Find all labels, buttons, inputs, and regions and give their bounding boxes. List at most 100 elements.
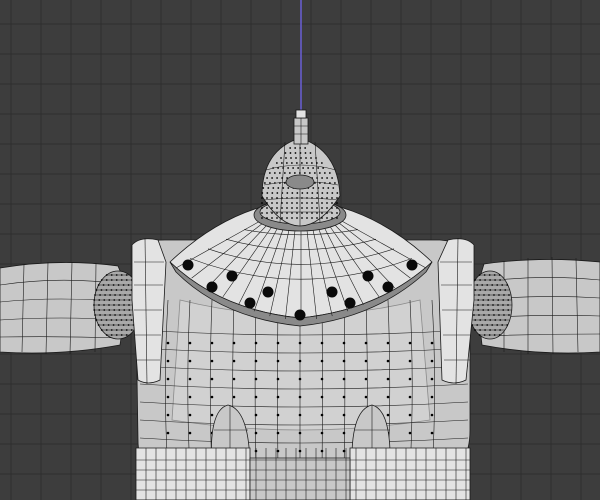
mesh-vertex[interactable]: [320, 431, 324, 435]
mesh-vertex[interactable]: [266, 197, 268, 199]
mesh-vertex[interactable]: [318, 172, 321, 174]
mesh-vertex[interactable]: [268, 172, 271, 174]
mesh-vertex[interactable]: [430, 395, 434, 399]
mesh-vertex[interactable]: [306, 217, 308, 219]
mesh-vertex[interactable]: [166, 359, 170, 363]
mesh-vertex[interactable]: [254, 413, 258, 417]
mesh-vertex[interactable]: [316, 217, 318, 219]
mesh-vertex[interactable]: [188, 413, 192, 417]
mesh-vertex[interactable]: [430, 359, 434, 363]
mesh-vertex[interactable]: [311, 207, 313, 209]
mesh-vertex[interactable]: [408, 413, 412, 417]
mesh-vertex[interactable]: [321, 207, 323, 209]
mesh-vertex[interactable]: [326, 212, 328, 214]
mesh-vertex[interactable]: [298, 431, 302, 435]
mesh-vertex[interactable]: [271, 197, 273, 199]
mesh-vertex[interactable]: [386, 377, 390, 381]
mesh-vertex[interactable]: [320, 449, 324, 453]
mesh-vertex[interactable]: [254, 431, 258, 435]
mesh-vertex[interactable]: [271, 212, 273, 214]
mesh-vertex[interactable]: [326, 202, 328, 204]
mesh-vertex[interactable]: [280, 162, 283, 164]
mesh-vertex[interactable]: [287, 187, 290, 189]
mesh-vertex[interactable]: [277, 187, 280, 189]
mesh-vertex[interactable]: [166, 341, 170, 345]
mesh-vertex[interactable]: [301, 217, 303, 219]
mesh-vertex[interactable]: [305, 162, 308, 164]
mesh-vertex[interactable]: [304, 152, 307, 154]
mesh-vertex[interactable]: [261, 212, 263, 214]
mesh-vertex[interactable]: [276, 341, 280, 345]
mesh-vertex[interactable]: [322, 187, 325, 189]
mesh-vertex[interactable]: [188, 359, 192, 363]
mesh-vertex[interactable]: [166, 395, 170, 399]
mesh-vertex[interactable]: [267, 187, 270, 189]
mesh-vertex[interactable]: [408, 359, 412, 363]
mesh-vertex[interactable]: [342, 449, 346, 453]
mesh-vertex[interactable]: [291, 192, 294, 194]
mesh-vertex[interactable]: [298, 359, 302, 363]
mesh-vertex[interactable]: [333, 182, 336, 184]
mesh-vertex[interactable]: [266, 177, 268, 179]
mesh-vertex[interactable]: [286, 217, 288, 219]
mesh-vertex[interactable]: [166, 377, 170, 381]
mesh-vertex[interactable]: [306, 202, 308, 204]
mesh-vertex[interactable]: [342, 413, 346, 417]
mesh-vertex[interactable]: [210, 341, 214, 345]
mesh-vertex[interactable]: [276, 212, 278, 214]
mesh-vertex[interactable]: [286, 212, 288, 214]
mesh-vertex[interactable]: [430, 341, 434, 345]
antenna[interactable]: [293, 109, 309, 145]
mesh-vertex[interactable]: [298, 413, 302, 417]
mesh-vertex[interactable]: [386, 413, 390, 417]
mesh-vertex[interactable]: [321, 177, 323, 179]
mesh-vertex[interactable]: [336, 202, 338, 204]
mesh-vertex[interactable]: [408, 431, 412, 435]
mesh-vertex[interactable]: [321, 212, 323, 214]
mesh-vertex[interactable]: [408, 341, 412, 345]
mesh-vertex[interactable]: [287, 167, 290, 169]
mesh-vertex[interactable]: [301, 202, 303, 204]
mesh-vertex[interactable]: [364, 341, 368, 345]
mesh-vertex[interactable]: [306, 192, 309, 194]
mesh-vertex[interactable]: [276, 207, 278, 209]
mesh-vertex[interactable]: [320, 377, 324, 381]
mesh-vertex[interactable]: [336, 192, 339, 194]
viewport-canvas[interactable]: [0, 0, 600, 500]
mesh-vertex[interactable]: [300, 157, 302, 159]
mesh-vertex[interactable]: [408, 395, 412, 399]
mesh-vertex[interactable]: [316, 202, 318, 204]
mesh-vertex[interactable]: [166, 431, 170, 435]
mesh-vertex[interactable]: [276, 431, 280, 435]
mesh-vertex[interactable]: [281, 207, 283, 209]
mesh-vertex[interactable]: [271, 192, 274, 194]
mesh-vertex[interactable]: [232, 341, 236, 345]
mesh-vertex[interactable]: [290, 157, 292, 159]
mesh-vertex[interactable]: [331, 197, 333, 199]
mesh-vertex[interactable]: [188, 431, 192, 435]
mesh-vertex[interactable]: [210, 359, 214, 363]
mesh-vertex[interactable]: [304, 147, 307, 149]
mesh-vertex[interactable]: [281, 217, 283, 219]
mesh-vertex[interactable]: [321, 192, 324, 194]
mesh-vertex[interactable]: [278, 172, 281, 174]
mesh-vertex[interactable]: [210, 377, 214, 381]
mesh-vertex[interactable]: [298, 377, 302, 381]
mesh-vertex[interactable]: [286, 202, 288, 204]
mesh-vertex[interactable]: [430, 431, 434, 435]
mesh-vertex[interactable]: [294, 147, 297, 149]
mesh-vertex[interactable]: [271, 207, 273, 209]
mesh-vertex[interactable]: [386, 359, 390, 363]
mesh-vertex[interactable]: [296, 202, 298, 204]
mesh-vertex[interactable]: [317, 167, 320, 169]
mesh-vertex[interactable]: [331, 207, 333, 209]
mesh-vertex[interactable]: [284, 152, 287, 154]
mesh-vertex[interactable]: [291, 212, 293, 214]
mesh-vertex[interactable]: [286, 192, 289, 194]
mesh-vertex[interactable]: [321, 217, 323, 219]
left-pauldron[interactable]: [131, 237, 167, 385]
mesh-vertex[interactable]: [342, 431, 346, 435]
mesh-vertex[interactable]: [288, 172, 291, 174]
mesh-vertex[interactable]: [326, 217, 328, 219]
mesh-vertex[interactable]: [266, 202, 268, 204]
